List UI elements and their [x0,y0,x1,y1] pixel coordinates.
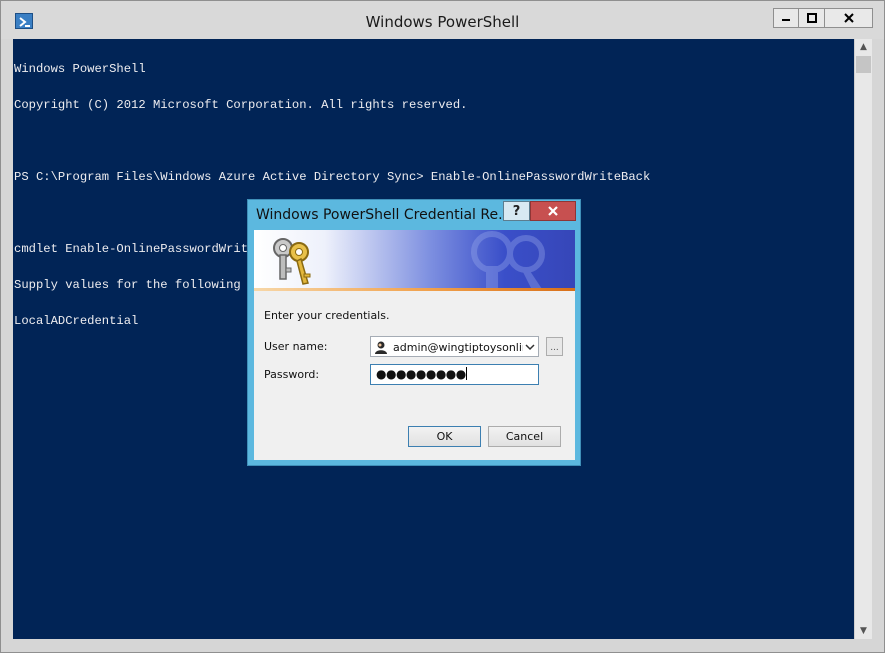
console-line: PS C:\Program Files\Windows Azure Active… [14,170,651,184]
dialog-close-button[interactable] [530,201,576,221]
vertical-scrollbar[interactable]: ▲ ▼ [854,39,872,639]
username-value: admin@wingtiptoysonline. [393,341,523,354]
window-bottom-edge [1,639,884,652]
scroll-down-icon[interactable]: ▼ [855,623,872,639]
scroll-up-icon[interactable]: ▲ [855,39,872,55]
password-label: Password: [264,368,320,381]
keys-watermark-icon [471,231,545,289]
dialog-title: Windows PowerShell Credential Re... [256,207,512,223]
minimize-button[interactable] [773,8,799,28]
window-title: Windows PowerShell [365,13,520,31]
banner-divider [254,288,575,291]
credentials-prompt: Enter your credentials. [264,309,390,322]
username-label: User name: [264,340,328,353]
title-bar[interactable]: Windows PowerShell [1,1,884,39]
username-field[interactable]: admin@wingtiptoysonline. [370,336,539,357]
dialog-banner [254,230,575,289]
ok-button[interactable]: OK [408,426,481,447]
console-line: Copyright (C) 2012 Microsoft Corporation… [14,98,468,112]
browse-button[interactable]: ... [546,337,563,356]
password-mask: ●●●●●●●●● [376,367,466,381]
maximize-icon [806,13,817,23]
keys-icon [273,238,311,285]
user-icon [375,341,387,354]
close-button[interactable] [825,8,873,28]
maximize-button[interactable] [799,8,825,28]
help-button[interactable]: ? [503,201,530,221]
scrollbar-thumb[interactable] [856,56,871,73]
minimize-icon [782,19,790,21]
console-line: Windows PowerShell [14,62,146,76]
close-icon [548,206,558,216]
close-icon [843,13,854,23]
cancel-button[interactable]: Cancel [488,426,561,447]
password-value: ●●●●●●●●● [376,367,467,381]
chevron-down-icon[interactable] [524,340,536,354]
password-field[interactable]: ●●●●●●●●● [370,364,539,385]
text-caret [465,367,467,380]
